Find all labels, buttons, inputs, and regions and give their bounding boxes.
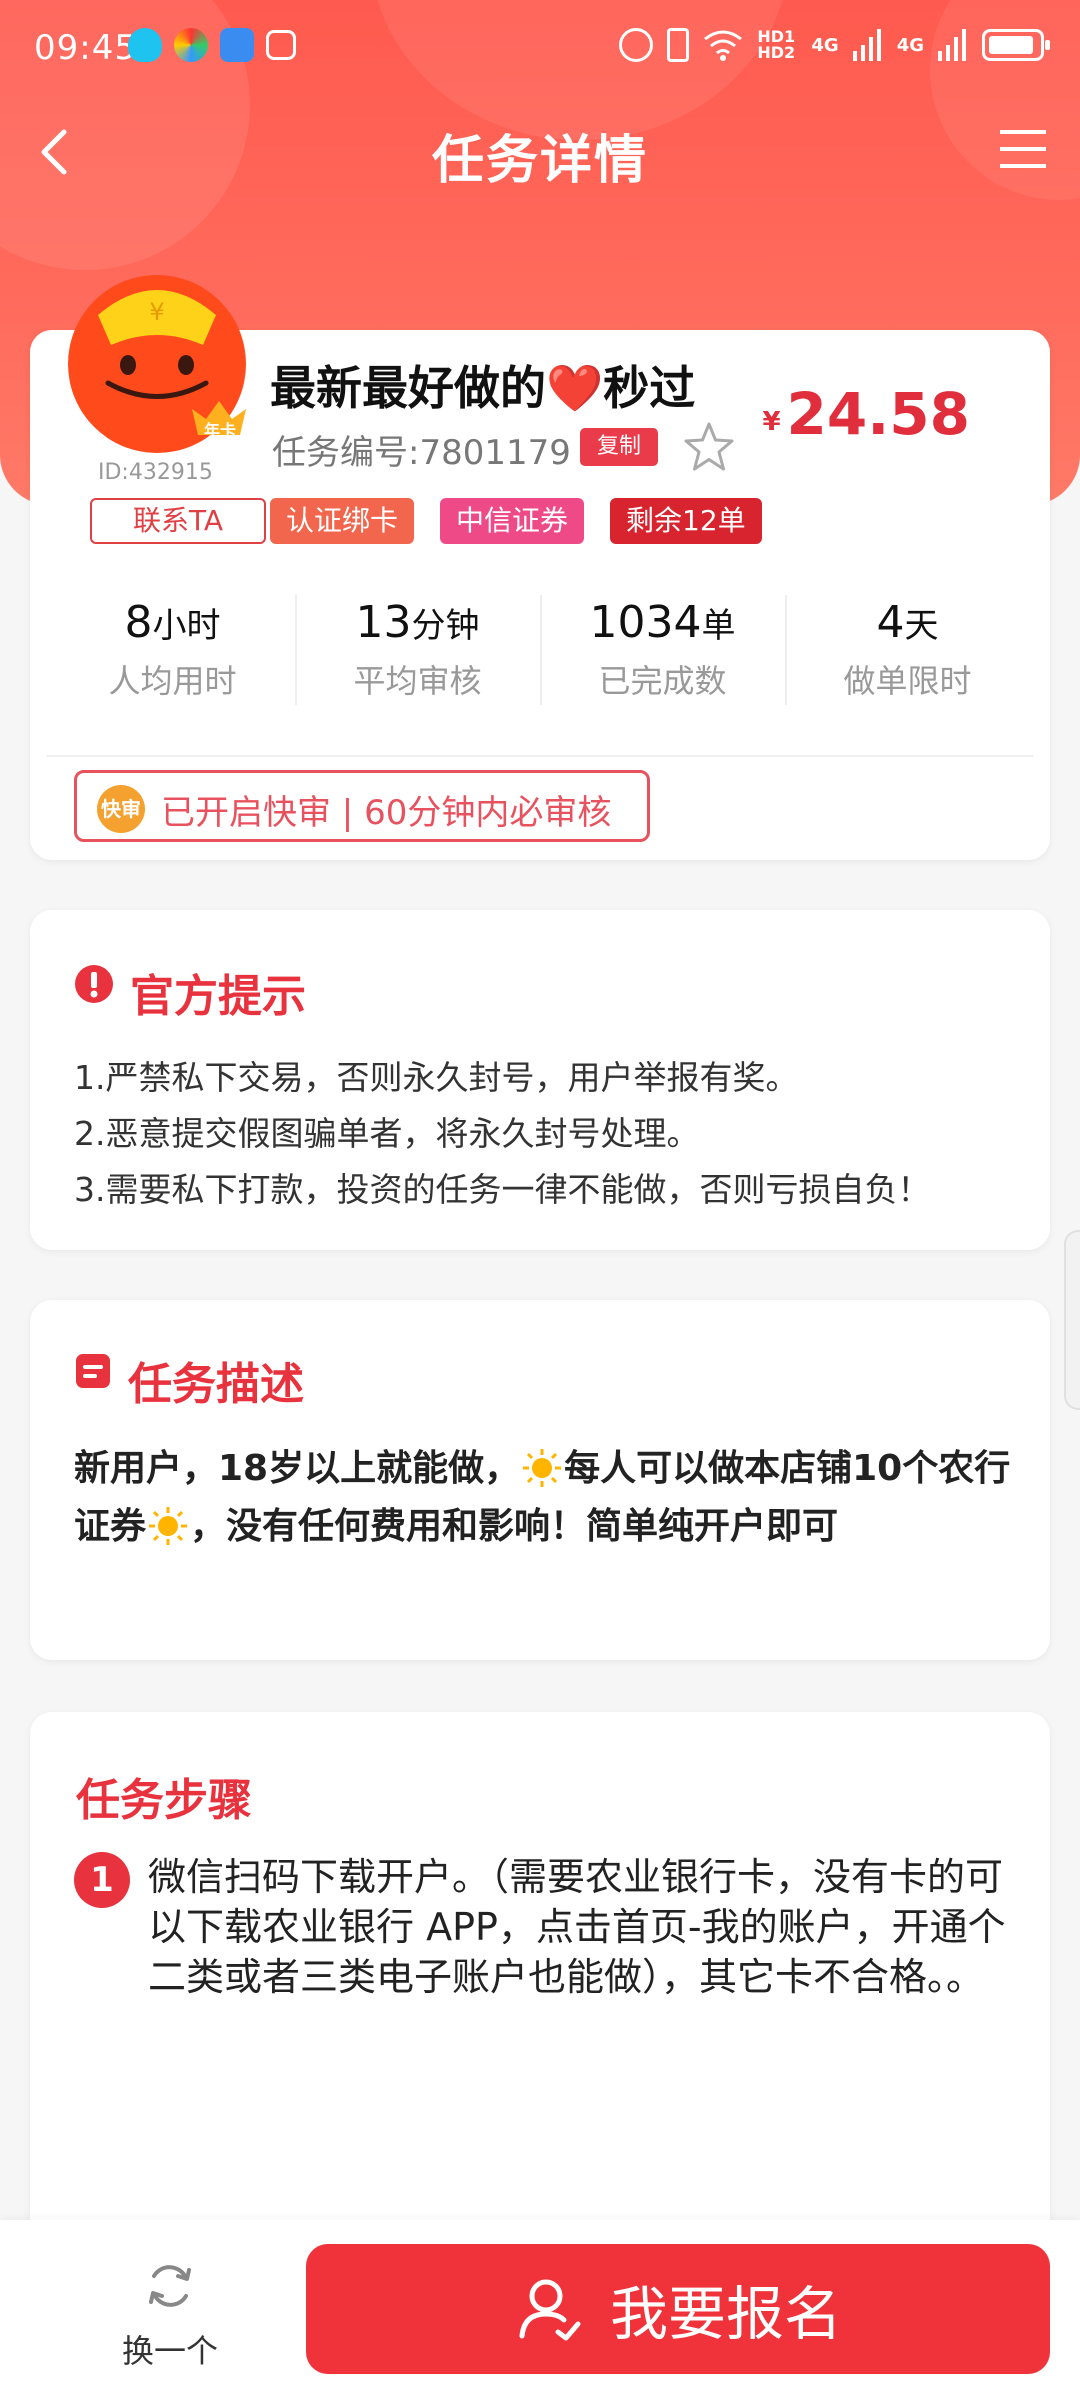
favorite-star-icon[interactable]: [682, 420, 736, 474]
section-title: 官方提示: [130, 971, 306, 1022]
app-notification-icon: [128, 28, 162, 62]
step-text: 微信扫码下载开户。（需要农业银行卡，没有卡的可以下载农业银行 APP，点击首页-…: [148, 1855, 1006, 1999]
stat-label: 做单限时: [843, 662, 972, 700]
stat-label: 平均审核: [353, 662, 482, 700]
sun-emoji-icon: [149, 1507, 188, 1545]
signal-icon: [938, 29, 966, 61]
tag-broker: 中信证券: [440, 498, 585, 544]
stat-avg-time: 8小时 人均用时: [50, 585, 295, 725]
stat-unit: 分钟: [411, 606, 480, 646]
vibrate-icon: [667, 28, 690, 62]
sun-emoji-icon: [523, 1449, 562, 1487]
task-description-card: 任务描述 新用户，18岁以上就能做， 每人可以做本店铺10个农行证券 ，没有任何费用…: [30, 1300, 1050, 1660]
section-title: 任务描述: [128, 1359, 304, 1410]
stat-completed: 1034单 已完成数: [540, 585, 785, 725]
battery-icon: [982, 29, 1050, 61]
stat-label: 人均用时: [108, 662, 237, 700]
price-amount: 24.58: [786, 380, 970, 448]
bottom-action-bar: 换一个 我要报名: [0, 2220, 1080, 2400]
exclamation-icon: [75, 965, 113, 1003]
refresh-icon: [149, 2265, 191, 2307]
page-title: 任务详情: [431, 131, 648, 191]
fast-review-text: 已开启快审 | 60分钟内必审核: [161, 793, 612, 833]
app-notification-icon: [220, 28, 254, 62]
stat-time-limit: 4天 做单限时: [785, 585, 1030, 725]
swap-label: 换一个: [121, 2332, 218, 2370]
tip-item: 2.恶意提交假图骗单者，将永久封号处理。: [74, 1114, 700, 1153]
alarm-icon: [619, 28, 654, 62]
user-id: ID:432915: [98, 460, 213, 485]
stat-unit: 小时: [152, 606, 221, 646]
document-icon: [76, 1354, 110, 1388]
contact-button[interactable]: 联系TA: [90, 498, 266, 544]
annual-card-label: 年卡: [204, 421, 237, 440]
description-part: 新用户，18岁以上就能做，: [74, 1448, 521, 1489]
tip-item: 1.严禁私下交易，否则永久封号，用户举报有奖。: [74, 1058, 799, 1097]
gallery-icon: [266, 30, 296, 60]
wifi-icon: [704, 30, 743, 61]
official-tips-card: 官方提示 1.严禁私下交易，否则永久封号，用户举报有奖。 2.恶意提交假图骗单者…: [30, 910, 1050, 1250]
side-drawer-handle[interactable]: [1064, 1230, 1080, 1410]
status-bar: 09:45 HD1 HD2 4G 4G: [0, 0, 1080, 96]
swap-task-button[interactable]: 换一个: [100, 2258, 240, 2372]
user-icon: [519, 2279, 581, 2341]
divider: [46, 755, 1034, 757]
annual-card-badge: 年卡: [188, 395, 250, 440]
stat-value: 1034: [589, 597, 702, 648]
app-notification-icon: [174, 28, 208, 62]
stat-value: 8: [124, 597, 153, 648]
description-part: ，没有任何费用和影响！简单纯开户即可: [190, 1506, 839, 1547]
task-price: ¥24.58: [762, 380, 970, 448]
notification-icons: [128, 28, 296, 62]
fast-review-icon: 快审: [97, 785, 145, 833]
stat-label: 已完成数: [598, 662, 727, 700]
signal-icon: [852, 29, 881, 61]
stat-value: 4: [876, 597, 905, 648]
tips-list: 1.严禁私下交易，否则永久封号，用户举报有奖。 2.恶意提交假图骗单者，将永久封…: [74, 1050, 931, 1218]
signup-label: 我要报名: [609, 2280, 842, 2348]
status-time: 09:45: [34, 28, 137, 68]
signup-button[interactable]: 我要报名: [306, 2244, 1050, 2374]
stat-value: 13: [355, 597, 412, 648]
task-title: 最新最好做的❤️秒过: [270, 361, 696, 415]
task-stats: 8小时 人均用时 13分钟 平均审核 1034单 已完成数 4天 做单限时: [50, 585, 1030, 725]
tag-verify-card: 认证绑卡: [270, 498, 415, 544]
task-info-card: ¥ 年卡 ID:432915 联系TA 最新最好做的❤️秒过 任务编号:7801…: [30, 275, 1050, 860]
title-bar: 任务详情: [0, 110, 1080, 191]
tag-remaining: 剩余12单: [610, 498, 762, 544]
copy-button[interactable]: 复制: [580, 428, 658, 466]
fast-review-banner: 快审 已开启快审 | 60分钟内必审核: [74, 770, 650, 842]
network-4g-label: 4G: [811, 34, 839, 56]
task-number: 任务编号:7801179: [272, 433, 571, 473]
hd-label: HD1 HD2: [757, 27, 796, 62]
svg-text:¥: ¥: [149, 298, 164, 326]
hamburger-menu-icon[interactable]: [996, 126, 1050, 172]
task-tags: 认证绑卡 中信证券 剩余12单: [270, 498, 762, 544]
status-right: HD1 HD2 4G 4G: [619, 27, 1050, 62]
section-title: 任务步骤: [76, 1775, 252, 1826]
description-text: 新用户，18岁以上就能做， 每人可以做本店铺10个农行证券 ，没有任何费用和影响！简…: [74, 1440, 1014, 1556]
currency-symbol: ¥: [762, 407, 781, 437]
stat-unit: 单: [701, 606, 736, 646]
step-number: 1: [74, 1852, 130, 1908]
stat-avg-review: 13分钟 平均审核: [295, 585, 540, 725]
task-detail-page: 09:45 HD1 HD2 4G 4G 任务详情 ¥ 年卡 ID:432915 …: [0, 0, 1080, 2400]
tip-item: 3.需要私下打款，投资的任务一律不能做，否则亏损自负！: [74, 1170, 931, 1209]
stat-unit: 天: [904, 606, 939, 646]
network-4g-label: 4G: [896, 34, 924, 56]
